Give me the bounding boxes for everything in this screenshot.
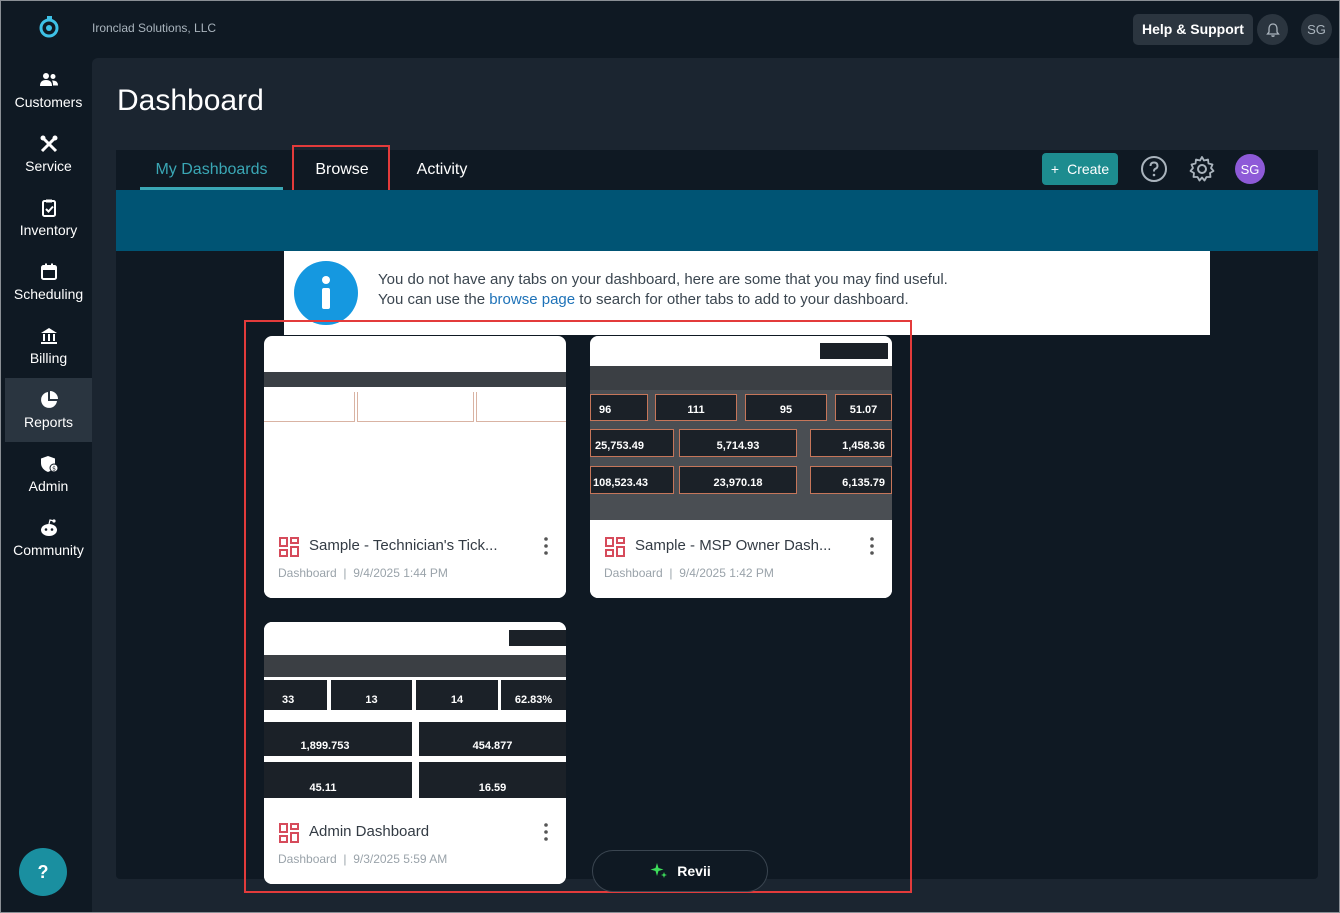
info-line-2-suffix: to search for other tabs to add to your … [575,291,909,308]
sidebar-item-service[interactable]: Service [5,122,92,186]
create-button[interactable]: + Create [1042,153,1118,185]
help-support-button[interactable]: Help & Support [1133,14,1253,45]
clipboard-check-icon [41,199,56,217]
help-circle-icon[interactable] [1140,155,1168,183]
sidebar-item-customers[interactable]: Customers [5,58,92,122]
pie-chart-icon [40,391,58,408]
tools-icon [40,135,57,153]
sidebar-item-label: Scheduling [13,286,84,302]
info-icon [294,261,358,325]
gear-icon[interactable] [1188,155,1216,183]
shield-dollar-icon: $ [40,456,58,473]
plus-icon: + [1050,161,1060,177]
info-line-2-prefix: You can use the [378,291,490,308]
sidebar-item-community[interactable]: Community [5,506,92,570]
sidebar-item-label: Reports [23,414,74,430]
sidebar-item-label: Community [13,542,84,558]
sidebar-item-label: Billing [29,350,68,366]
sidebar-item-label: Admin [28,478,69,494]
sidebar-item-label: Service [25,158,72,174]
revii-button[interactable]: Revii [592,850,768,892]
info-line-2: You can use the browse page to search fo… [378,291,909,308]
community-icon [40,519,57,536]
company-name: Ironclad Solutions, LLC [92,21,217,35]
tab-my-dashboards[interactable]: My Dashboards [140,150,283,190]
revii-label: Revii [677,863,711,879]
svg-text:$: $ [52,466,56,473]
info-line-1: You do not have any tabs on your dashboa… [378,271,948,288]
sidebar-item-inventory[interactable]: Inventory [5,186,92,250]
calendar-icon [40,263,57,280]
tab-content-band [116,190,1318,251]
sidebar-item-billing[interactable]: Billing [5,314,92,378]
sidebar-item-label: Inventory [19,222,78,238]
tab-activity[interactable]: Activity [404,150,480,190]
browse-highlight-box [292,145,390,196]
browse-page-link[interactable]: browse page [489,291,575,308]
app-logo-icon[interactable] [36,14,62,40]
user-avatar[interactable]: SG [1301,14,1332,45]
bank-icon [40,328,57,344]
sidebar-item-label: Customers [14,94,83,110]
sidebar-item-reports[interactable]: Reports [5,378,92,442]
bell-icon [1265,22,1280,37]
panel-user-avatar[interactable]: SG [1235,154,1265,184]
notifications-button[interactable] [1257,14,1288,45]
dashboard-highlight-box [244,320,912,893]
page-title: Dashboard [117,84,264,117]
sidebar-item-admin[interactable]: $ Admin [5,442,92,506]
sidebar-item-scheduling[interactable]: Scheduling [5,250,92,314]
help-fab-button[interactable]: ? [19,848,67,896]
sparkle-icon [650,863,668,878]
users-icon [39,73,58,86]
create-label: Create [1067,161,1110,177]
top-bar: Ironclad Solutions, LLC Help & Support S… [0,0,1340,58]
